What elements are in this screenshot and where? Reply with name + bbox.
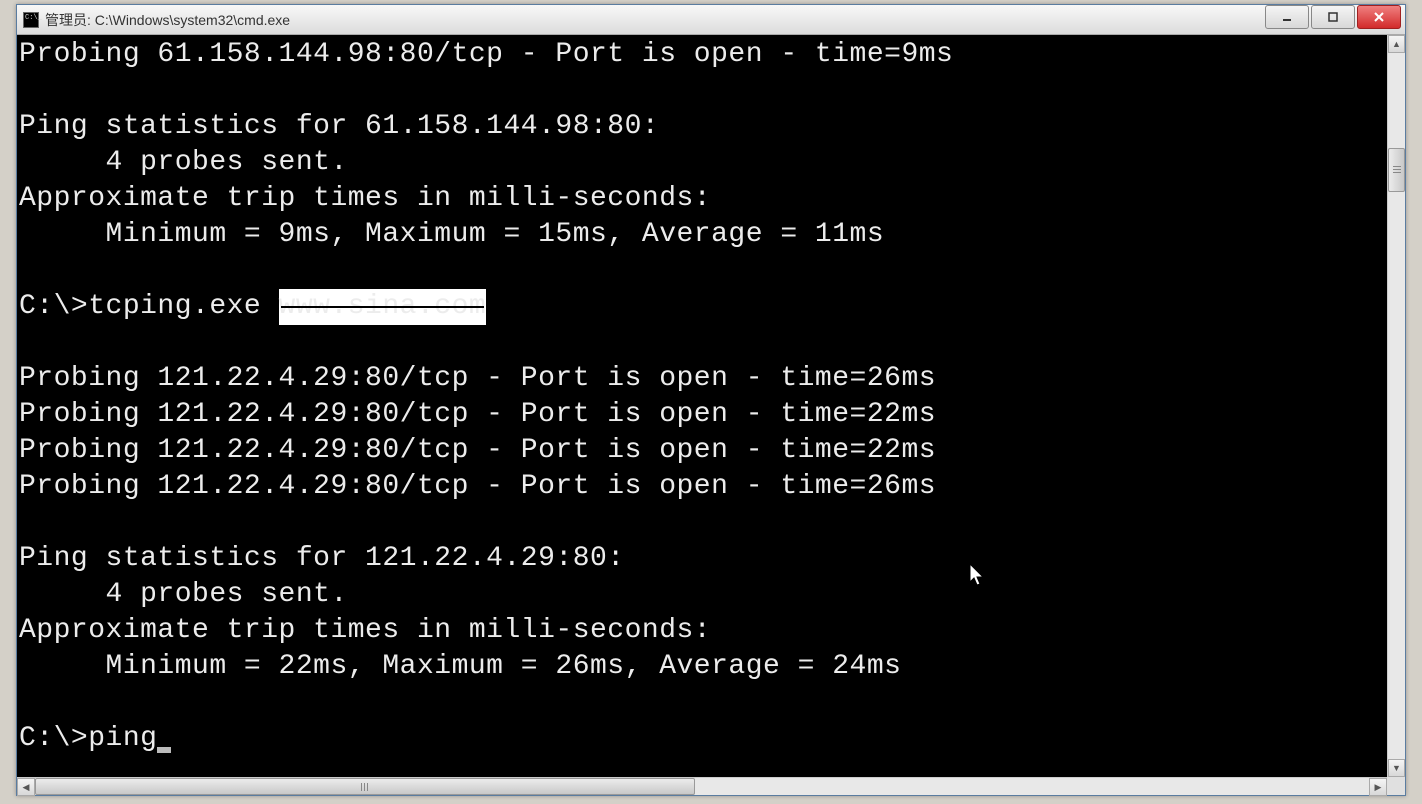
window-controls [1265,5,1405,34]
cmd-icon [23,12,39,28]
terminal-area: Probing 61.158.144.98:80/tcp - Port is o… [17,35,1405,777]
output-line: Approximate trip times in milli-seconds: [19,615,711,646]
vertical-scroll-thumb[interactable] [1388,148,1405,192]
close-button[interactable] [1357,5,1401,29]
output-line: Minimum = 22ms, Maximum = 26ms, Average … [19,651,901,682]
scroll-up-button[interactable]: ▲ [1388,35,1405,53]
minimize-button[interactable] [1265,5,1309,29]
output-line: 4 probes sent. [19,579,348,610]
text-cursor [157,747,171,753]
scroll-down-button[interactable]: ▼ [1388,759,1405,777]
output-line: Probing 121.22.4.29:80/tcp - Port is ope… [19,471,936,502]
bottom-scroll-row: ◀ ▶ [17,777,1405,795]
output-line: Approximate trip times in milli-seconds: [19,183,711,214]
window-title: 管理员: C:\Windows\system32\cmd.exe [45,10,1265,30]
output-line: Ping statistics for 61.158.144.98:80: [19,111,659,142]
output-line: Probing 121.22.4.29:80/tcp - Port is ope… [19,399,936,430]
vertical-scrollbar[interactable]: ▲ ▼ [1387,35,1405,777]
vertical-scroll-track[interactable] [1388,53,1405,759]
terminal-output[interactable]: Probing 61.158.144.98:80/tcp - Port is o… [17,35,1387,777]
redacted-argument: www.sina.com [279,289,487,325]
prompt-line: C:\>ping [19,723,171,754]
cmd-window: 管理员: C:\Windows\system32\cmd.exe Probing… [16,4,1406,796]
command-line: C:\>tcping.exe www.sina.com [19,291,486,322]
output-line: 4 probes sent. [19,147,348,178]
output-line: Probing 61.158.144.98:80/tcp - Port is o… [19,39,953,70]
output-line: Ping statistics for 121.22.4.29:80: [19,543,625,574]
scroll-left-button[interactable]: ◀ [17,778,35,796]
output-line: Probing 121.22.4.29:80/tcp - Port is ope… [19,435,936,466]
scrollbar-corner [1387,777,1405,795]
maximize-button[interactable] [1311,5,1355,29]
titlebar[interactable]: 管理员: C:\Windows\system32\cmd.exe [17,5,1405,35]
output-line: Probing 121.22.4.29:80/tcp - Port is ope… [19,363,936,394]
horizontal-scrollbar[interactable]: ◀ ▶ [17,777,1387,795]
scroll-right-button[interactable]: ▶ [1369,778,1387,796]
horizontal-scroll-track[interactable] [35,778,1369,795]
output-line: Minimum = 9ms, Maximum = 15ms, Average =… [19,219,884,250]
horizontal-scroll-thumb[interactable] [35,778,695,795]
